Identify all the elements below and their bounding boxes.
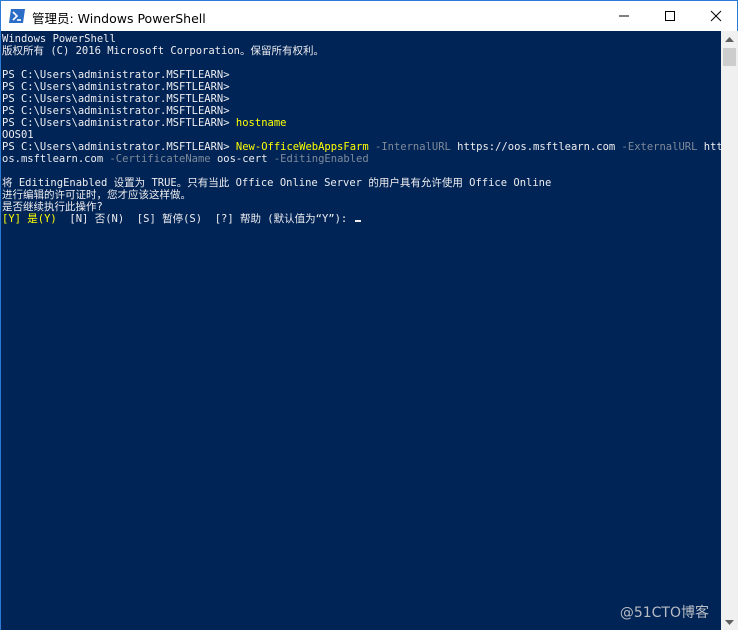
argument: os.msftlearn.com — [2, 153, 104, 165]
powershell-window: 管理员: Windows PowerShell Windows PowerShe… — [0, 0, 738, 630]
command: hostname — [235, 117, 287, 129]
watermark: @51CTO博客 — [619, 605, 709, 621]
argument: https://oos.msftlearn.com — [450, 141, 616, 153]
console-line: 是否继续执行此操作? — [2, 201, 103, 213]
choice-yes: [Y] 是(Y) — [2, 213, 57, 225]
console-line: PS C:\Users\administrator.MSFTLEARN> — [2, 69, 230, 81]
window-title: 管理员: Windows PowerShell — [32, 11, 206, 26]
vertical-scrollbar[interactable] — [721, 31, 738, 630]
prompt: PS C:\Users\administrator.MSFTLEARN> — [2, 141, 236, 153]
scroll-down-arrow-icon — [725, 619, 734, 625]
title-bar[interactable]: 管理员: Windows PowerShell — [1, 1, 737, 31]
close-icon — [710, 10, 722, 22]
scroll-up-arrow-icon — [725, 36, 734, 42]
argument: oos-cert — [210, 153, 268, 165]
console-line: os.msftlearn.com -CertificateName oos-ce… — [2, 153, 369, 165]
minimize-button[interactable] — [601, 1, 647, 31]
console-line: PS C:\Users\administrator.MSFTLEARN> — [2, 81, 230, 93]
parameter: -InternalURL — [368, 141, 451, 153]
prompt: PS C:\Users\administrator.MSFTLEARN> — [2, 117, 236, 129]
console-line: PS C:\Users\administrator.MSFTLEARN> hos… — [2, 117, 286, 129]
parameter: -ExternalURL — [615, 141, 698, 153]
console-line: 将 EditingEnabled 设置为 TRUE。只有当此 Office On… — [2, 177, 552, 189]
console-line: OOS01 — [2, 129, 34, 141]
console-line: PS C:\Users\administrator.MSFTLEARN> — [2, 93, 230, 105]
text-cursor — [354, 220, 361, 222]
parameter: -EditingEnabled — [267, 153, 369, 165]
console-line: 版权所有 (C) 2016 Microsoft Corporation。保留所有… — [2, 45, 324, 57]
scroll-up-button[interactable] — [721, 31, 738, 48]
console-line: PS C:\Users\administrator.MSFTLEARN> — [2, 105, 230, 117]
console-line: PS C:\Users\administrator.MSFTLEARN> New… — [2, 141, 721, 153]
command: New-OfficeWebAppsFarm — [235, 141, 369, 153]
scrollbar-thumb[interactable] — [723, 48, 736, 66]
argument: https://o — [703, 141, 721, 153]
maximize-button[interactable] — [647, 1, 693, 31]
minimize-icon — [619, 15, 629, 17]
console-output[interactable]: Windows PowerShell 版权所有 (C) 2016 Microso… — [1, 31, 721, 630]
scroll-down-button[interactable] — [721, 613, 738, 630]
console-line: Windows PowerShell — [2, 33, 116, 45]
powershell-icon — [9, 9, 25, 23]
console-line: 进行编辑的许可证时，您才应该这样做。 — [2, 189, 191, 201]
console-line: [Y] 是(Y) [N] 否(N) [S] 暂停(S) [?] 帮助 (默认值为… — [2, 213, 361, 225]
close-button[interactable] — [693, 1, 739, 31]
choice-options: [N] 否(N) [S] 暂停(S) [?] 帮助 (默认值为“Y”): — [56, 213, 354, 225]
parameter: -CertificateName — [103, 153, 211, 165]
maximize-icon — [665, 11, 675, 21]
